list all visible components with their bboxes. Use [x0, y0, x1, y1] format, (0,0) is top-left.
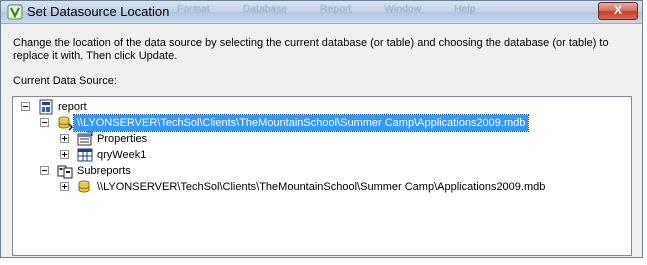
collapse-toggle-icon[interactable]: [40, 166, 49, 175]
database-icon: [58, 116, 73, 131]
report-icon: [39, 99, 53, 115]
subreports-icon: [57, 165, 73, 179]
tree-node-datasource[interactable]: \\LYONSERVER\TechSol\Clients\TheMountain…: [40, 114, 630, 132]
collapse-toggle-icon[interactable]: [21, 102, 30, 111]
properties-icon: [77, 131, 93, 146]
tree-node-label: \\LYONSERVER\TechSol\Clients\TheMountain…: [72, 114, 530, 132]
expand-toggle-icon[interactable]: [60, 182, 69, 191]
data-source-tree[interactable]: report \\LYONSERVER\TechSol\Clients\TheM…: [12, 96, 632, 256]
tree-node-subreport-datasource[interactable]: \\LYONSERVER\TechSol\Clients\TheMountain…: [60, 179, 630, 195]
database-icon: [78, 180, 90, 193]
tree-node-subreports[interactable]: Subreports: [40, 163, 240, 179]
tree-node-label: report: [58, 101, 87, 113]
title-bar[interactable]: Format Database Report Window Help Set D…: [1, 1, 642, 24]
window-title: Set Datasource Location: [27, 4, 170, 19]
expand-toggle-icon[interactable]: [60, 150, 69, 159]
tree-node-label: Properties: [97, 133, 148, 145]
tree-node-label: qryWeek1: [97, 149, 147, 161]
ghost-menu-item: Report: [320, 4, 352, 15]
tree-node-label: \\LYONSERVER\TechSol\Clients\TheMountain…: [97, 181, 546, 193]
ghost-menu-item: Help: [454, 4, 476, 15]
tree-node-label: Subreports: [77, 165, 131, 177]
current-data-source-label: Current Data Source:: [13, 75, 117, 87]
instructions-text: Change the location of the data source b…: [13, 37, 609, 62]
ghost-menu-item: Format: [177, 4, 210, 15]
ghost-menu-item: Window: [384, 4, 422, 15]
close-button[interactable]: X: [598, 2, 638, 20]
tree-node-properties[interactable]: Properties: [60, 131, 260, 147]
ghost-menu-item: Database: [242, 4, 288, 15]
app-icon: [7, 4, 23, 20]
expand-toggle-icon[interactable]: [60, 134, 69, 143]
dialog-body: Change the location of the data source b…: [1, 24, 642, 257]
background-menu-bar: Format Database Report Window Help: [177, 4, 572, 19]
tree-node-query[interactable]: qryWeek1: [60, 147, 260, 163]
tree-node-report[interactable]: report: [21, 99, 221, 115]
table-icon: [77, 148, 93, 162]
collapse-toggle-icon[interactable]: [40, 118, 49, 127]
set-datasource-dialog: Format Database Report Window Help Set D…: [0, 0, 643, 258]
